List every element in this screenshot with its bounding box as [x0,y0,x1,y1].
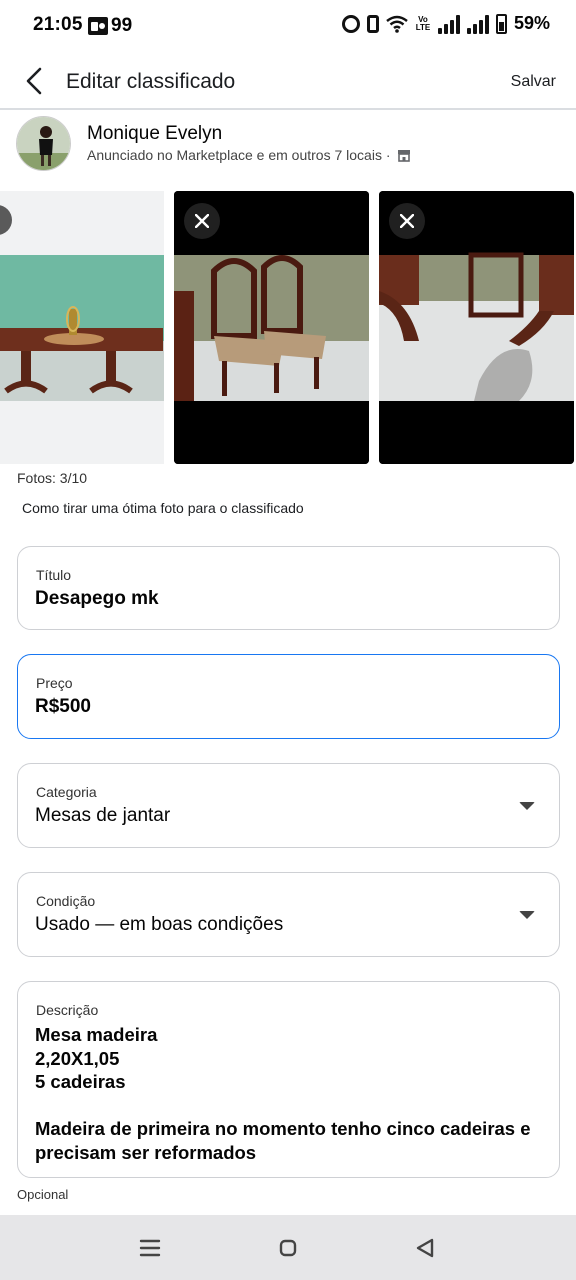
avatar[interactable] [16,116,71,171]
home-button[interactable] [258,1215,318,1280]
battery-icon [495,13,507,34]
price-value[interactable]: R$500 [35,696,91,718]
app-header: Editar classificado Salvar [0,52,576,110]
status-system-icons: Vo LTE 59% [341,13,550,34]
notification-count: 99 [111,15,133,36]
condition-value[interactable]: Usado — em boas condições [35,914,283,936]
arrow-left-icon [26,67,42,95]
description-field[interactable]: Descrição Mesa madeira 2,20X1,05 5 cadei… [17,981,560,1178]
recents-icon [139,1239,161,1257]
chevron-down-icon[interactable] [519,911,535,919]
photo-strip[interactable] [0,191,576,464]
save-button[interactable]: Salvar [511,73,556,91]
condition-label: Condição [36,893,96,909]
description-line: Madeira de primeira no momento tenho cin… [35,1118,531,1163]
back-button[interactable] [20,64,50,98]
price-field[interactable]: Preço R$500 [17,654,560,739]
signal-icon [437,14,460,34]
description-line [35,1094,550,1118]
seller-name[interactable]: Monique Evelyn [87,123,222,145]
photo-thumbnail-1[interactable] [0,191,164,464]
system-nav-bar [0,1215,576,1280]
vibrate-icon [366,14,379,33]
title-field[interactable]: Título Desapego mk [17,546,560,630]
seller-info: Monique Evelyn Anunciado no Marketplace … [0,114,576,176]
avatar-image [17,117,70,170]
seller-subtitle: Anunciado no Marketplace e em outros 7 l… [87,147,391,163]
price-label: Preço [36,675,73,691]
description-line: 5 cadeiras [35,1071,126,1092]
description-line: Mesa madeira [35,1024,158,1045]
title-value[interactable]: Desapego mk [35,588,159,610]
close-icon [400,214,414,228]
close-icon [195,214,209,228]
photo-thumbnail-2[interactable] [174,191,369,464]
table-photo [0,191,164,464]
status-notification-icons: 99 [88,15,132,37]
category-value[interactable]: Mesas de jantar [35,805,170,827]
chevron-down-icon[interactable] [519,802,535,810]
back-triangle-icon [416,1238,434,1258]
home-icon [279,1239,297,1257]
photo-3-remove-button[interactable] [389,203,425,239]
description-line: 2,20X1,05 [35,1047,120,1069]
store-icon [397,149,410,162]
alarm-icon [341,14,360,33]
status-time: 21:05 [33,14,83,35]
condition-select[interactable]: Condição Usado — em boas condições [17,872,560,957]
description-textarea[interactable]: Mesa madeira 2,20X1,05 5 cadeiras Madeir… [35,1023,550,1164]
photo-2-remove-button[interactable] [184,203,220,239]
optional-note: Opcional [17,1187,69,1202]
status-bar: 21:05 99 Vo LTE 59% [0,0,576,52]
volte-icon: Vo LTE [415,14,431,32]
description-label: Descrição [36,1002,99,1018]
seller-listing-info: Anunciado no Marketplace e em outros 7 l… [87,147,411,163]
system-back-button[interactable] [396,1215,456,1280]
photo-thumbnail-3[interactable] [379,191,574,464]
wifi-icon [386,15,408,33]
battery-percent: 59% [513,13,550,33]
signal-icon-2 [466,14,489,34]
page-title: Editar classificado [66,70,236,93]
category-label: Categoria [36,784,97,800]
photo-count: Fotos: 3/10 [17,470,88,486]
photo-tip-link[interactable]: Como tirar uma ótima foto para o classif… [22,500,304,516]
radio-icon [88,17,108,35]
title-label: Título [36,567,72,583]
category-select[interactable]: Categoria Mesas de jantar [17,763,560,848]
recents-button[interactable] [120,1215,180,1280]
